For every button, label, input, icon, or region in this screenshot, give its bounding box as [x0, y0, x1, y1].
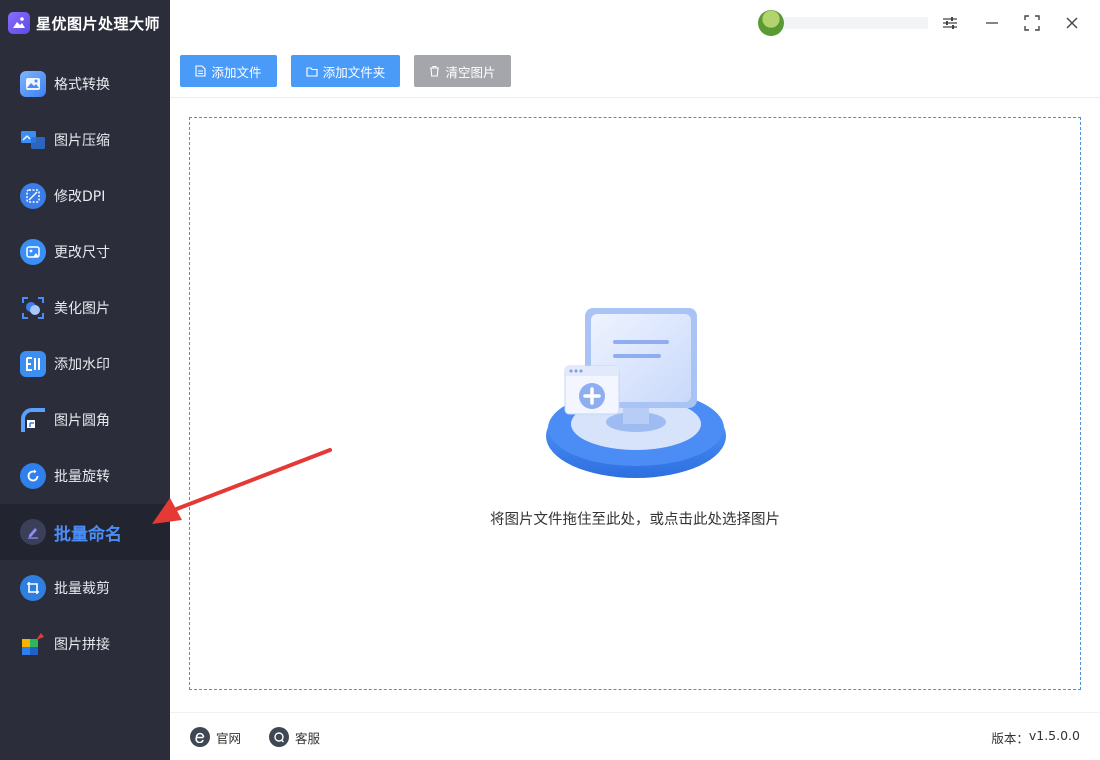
sidebar-item-crop[interactable]: 批量裁剪 [0, 560, 170, 616]
rename-icon [20, 519, 46, 545]
drop-zone[interactable]: 将图片文件拖住至此处，或点击此处选择图片 [189, 117, 1081, 690]
main-content: 将图片文件拖住至此处，或点击此处选择图片 [170, 98, 1100, 712]
version-value: v1.5.0.0 [1028, 728, 1080, 743]
sidebar-item-dpi[interactable]: 修改DPI [0, 168, 170, 224]
add-folder-button[interactable]: 添加文件夹 [291, 55, 400, 87]
puzzle-icon [20, 631, 46, 657]
close-icon[interactable] [1060, 11, 1084, 35]
dpi-icon [20, 183, 46, 209]
clear-images-button[interactable]: 清空图片 [414, 55, 511, 87]
sidebar-item-label: 图片圆角 [54, 413, 110, 429]
trash-icon [429, 65, 440, 77]
username-placeholder [784, 17, 928, 29]
sidebar-item-rotate[interactable]: 批量旋转 [0, 448, 170, 504]
sidebar-item-beautify[interactable]: 美化图片 [0, 280, 170, 336]
rotate-icon [20, 463, 46, 489]
file-icon [195, 65, 207, 77]
sidebar-item-watermark[interactable]: 添加水印 [0, 336, 170, 392]
website-label: 官网 [216, 730, 242, 746]
sidebar-item-label: 批量裁剪 [54, 581, 110, 597]
folder-icon [306, 66, 318, 77]
settings-sliders-icon[interactable] [938, 11, 962, 35]
drop-zone-hint: 将图片文件拖住至此处，或点击此处选择图片 [490, 512, 780, 528]
title-bar [170, 0, 1100, 46]
crop-icon [20, 575, 46, 601]
support-label: 客服 [295, 730, 321, 746]
sidebar-item-rename[interactable]: 批量命名 [0, 504, 170, 560]
sidebar-nav: 格式转换 图片压缩 修改DPI 更改尺寸 美化图片 添加水印 图片圆角 批量旋转… [0, 56, 170, 672]
support-link[interactable]: 客服 [269, 727, 320, 747]
support-chat-icon [269, 727, 289, 747]
sidebar-item-label: 更改尺寸 [54, 245, 110, 261]
image-compress-icon [20, 127, 46, 153]
resize-icon [20, 239, 46, 265]
footer: 官网 客服 版本： v1.5.0.0 [170, 712, 1100, 760]
toolbar: 添加文件 添加文件夹 清空图片 [170, 46, 1100, 98]
sidebar-item-format-convert[interactable]: 格式转换 [0, 56, 170, 112]
add-file-button[interactable]: 添加文件 [180, 55, 277, 87]
version-info: 版本： v1.5.0.0 [991, 728, 1080, 747]
add-folder-label: 添加文件夹 [322, 64, 386, 80]
sidebar-item-label: 添加水印 [54, 357, 110, 373]
sidebar-item-label: 美化图片 [54, 301, 110, 317]
sidebar-item-label: 格式转换 [54, 77, 110, 93]
rounded-corner-icon [20, 407, 46, 433]
watermark-icon [20, 351, 46, 377]
version-label: 版本： [991, 731, 1029, 746]
sidebar-item-label: 图片压缩 [54, 133, 110, 149]
monitor-add-illustration [546, 308, 726, 478]
minimize-icon[interactable] [980, 11, 1004, 35]
sidebar-item-rounded-corner[interactable]: 图片圆角 [0, 392, 170, 448]
image-convert-icon [20, 71, 46, 97]
sidebar-item-label: 批量旋转 [54, 469, 110, 485]
sidebar-item-label: 批量命名 [54, 524, 122, 545]
avatar[interactable] [758, 10, 784, 36]
sidebar: 星优图片处理大师 格式转换 图片压缩 修改DPI 更改尺寸 美化图片 添加水印 … [0, 0, 170, 760]
beautify-icon [20, 295, 46, 321]
sidebar-item-label: 修改DPI [54, 189, 106, 205]
app-logo-icon [8, 12, 30, 34]
app-brand: 星优图片处理大师 [0, 0, 170, 46]
browser-e-icon [190, 727, 210, 747]
sidebar-item-label: 图片拼接 [54, 637, 110, 653]
sidebar-item-resize[interactable]: 更改尺寸 [0, 224, 170, 280]
website-link[interactable]: 官网 [190, 727, 241, 747]
clear-images-label: 清空图片 [445, 64, 496, 80]
app-title: 星优图片处理大师 [36, 14, 161, 33]
maximize-icon[interactable] [1020, 11, 1044, 35]
sidebar-item-compress[interactable]: 图片压缩 [0, 112, 170, 168]
add-file-label: 添加文件 [211, 64, 262, 80]
sidebar-item-stitch[interactable]: 图片拼接 [0, 616, 170, 672]
